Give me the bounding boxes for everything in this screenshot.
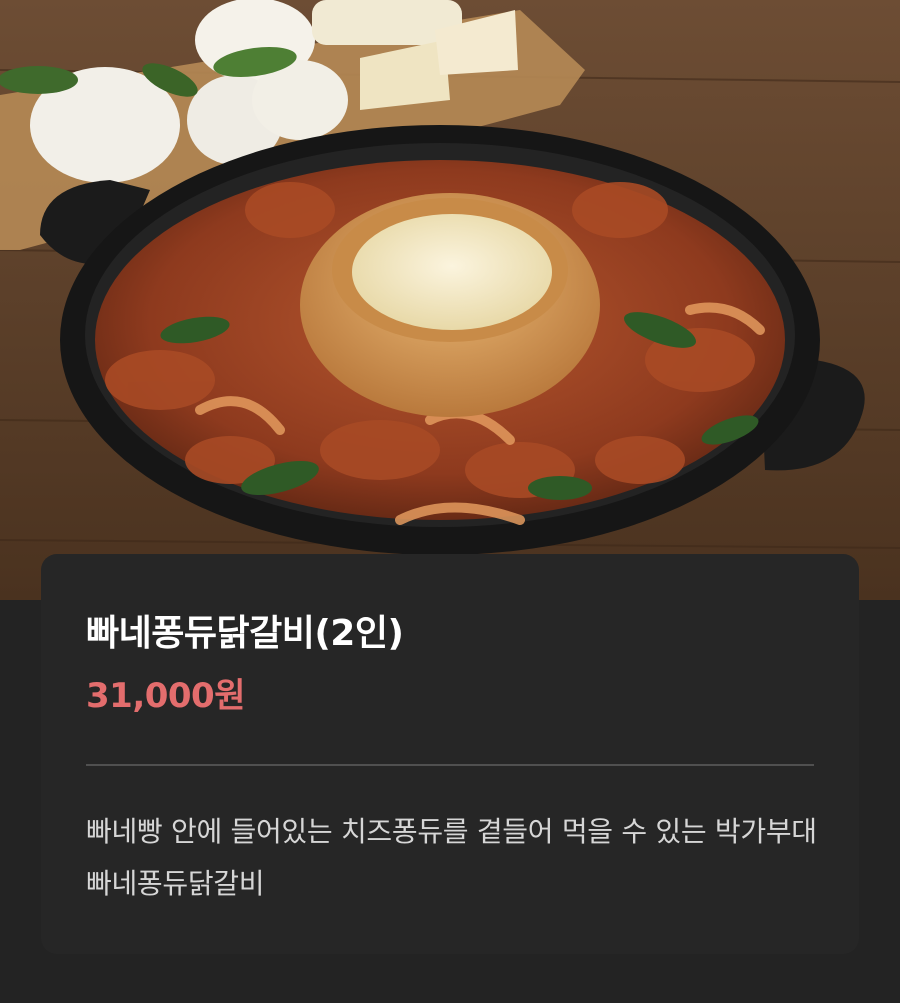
menu-title: 빠네퐁듀닭갈비(2인) bbox=[86, 613, 404, 654]
divider bbox=[86, 764, 814, 766]
menu-price: 31,000원 bbox=[86, 676, 245, 716]
dish-illustration bbox=[0, 0, 900, 600]
menu-detail-screen: 빠네퐁듀닭갈비(2인) 31,000원 빠네빵 안에 들어있는 치즈퐁듀를 곁들… bbox=[0, 0, 900, 1003]
menu-info-card: 빠네퐁듀닭갈비(2인) 31,000원 빠네빵 안에 들어있는 치즈퐁듀를 곁들… bbox=[41, 554, 859, 954]
menu-description: 빠네빵 안에 들어있는 치즈퐁듀를 곁들어 먹을 수 있는 박가부대 빠네퐁듀닭… bbox=[86, 815, 817, 900]
menu-photo bbox=[0, 0, 900, 600]
